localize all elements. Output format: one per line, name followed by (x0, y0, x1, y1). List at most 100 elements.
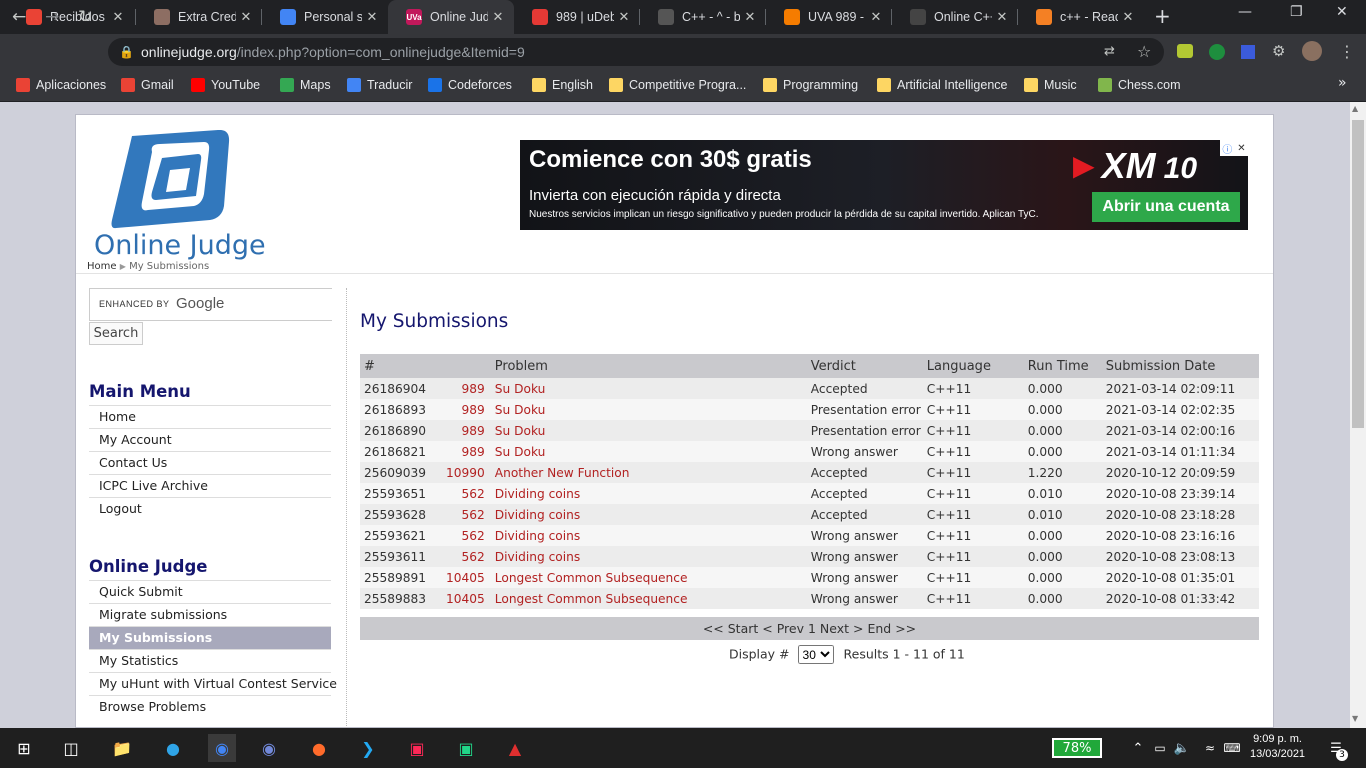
menu-item-my-uhunt-with-virtual-contest-service[interactable]: My uHunt with Virtual Contest Service (89, 672, 337, 695)
search-button[interactable]: Search (89, 322, 143, 345)
close-tab-icon[interactable]: ✕ (488, 9, 508, 25)
cell-problem-number[interactable]: 989 (446, 441, 491, 462)
discord-icon[interactable]: ◉ (255, 734, 283, 762)
cell-problem-name[interactable]: Another New Function (490, 462, 807, 483)
bookmark-item[interactable]: Programming (763, 77, 858, 93)
close-window-icon[interactable]: ✕ (1336, 4, 1348, 20)
pycharm-icon[interactable]: ▣ (452, 734, 480, 762)
cell-problem-name[interactable]: Dividing coins (490, 483, 807, 504)
pdf-reader-icon[interactable]: ▲ (501, 734, 529, 762)
cell-problem-number[interactable]: 562 (446, 504, 491, 525)
more-bookmarks-icon[interactable]: » (1338, 75, 1347, 91)
pager-next[interactable]: Next > (820, 621, 864, 636)
tab-9[interactable]: c++ - Read ✕ (1018, 0, 1144, 34)
menu-item-migrate-submissions[interactable]: Migrate submissions (89, 603, 331, 626)
bookmark-item[interactable]: Maps (280, 77, 331, 93)
scroll-down-icon[interactable]: ▼ (1352, 714, 1358, 723)
menu-item-my-account[interactable]: My Account (89, 428, 331, 451)
bookmark-item[interactable]: English (532, 77, 593, 93)
pager-start[interactable]: << Start (703, 621, 758, 636)
volume-icon[interactable]: 🔈 (1168, 734, 1196, 762)
menu-item-quick-submit[interactable]: Quick Submit (89, 580, 331, 603)
profile-avatar[interactable] (1302, 41, 1322, 61)
intellij-icon[interactable]: ▣ (403, 734, 431, 762)
menu-item-icpc-live-archive[interactable]: ICPC Live Archive (89, 474, 331, 497)
search-input[interactable]: ENHANCED BY Google (89, 288, 332, 321)
menu-item-browse-problems[interactable]: Browse Problems (89, 695, 331, 718)
new-tab-button[interactable]: + (1154, 4, 1171, 28)
url-text[interactable]: onlinejudge.org/index.php?option=com_onl… (141, 44, 525, 60)
close-tab-icon[interactable]: ✕ (866, 9, 886, 25)
pager-prev[interactable]: < Prev (762, 621, 804, 636)
tab-3[interactable]: Personal sub✕ (262, 0, 388, 34)
cell-problem-name[interactable]: Dividing coins (490, 525, 807, 546)
scroll-up-icon[interactable]: ▲ (1352, 104, 1358, 113)
cell-problem-name[interactable]: Longest Common Subsequence (490, 567, 807, 588)
lock-icon[interactable]: 🔒 (119, 45, 134, 59)
bookmark-item[interactable]: Gmail (121, 77, 174, 93)
bookmark-item[interactable]: Competitive Progra... (609, 77, 746, 93)
bookmark-item[interactable]: YouTube (191, 77, 260, 93)
tab-4[interactable]: UVa Online Judg✕ (388, 0, 514, 34)
close-tab-icon[interactable]: ✕ (614, 9, 634, 25)
cell-problem-number[interactable]: 10405 (446, 588, 491, 609)
close-tab-icon[interactable]: ✕ (236, 9, 256, 25)
cell-problem-number[interactable]: 562 (446, 525, 491, 546)
cell-problem-number[interactable]: 989 (446, 399, 491, 420)
breadcrumb-home[interactable]: Home (87, 261, 117, 272)
bookmark-item[interactable]: Chess.com (1098, 77, 1181, 93)
close-tab-icon[interactable]: ✕ (362, 9, 382, 25)
cell-problem-name[interactable]: Su Doku (490, 378, 807, 399)
close-tab-icon[interactable]: ✕ (992, 9, 1012, 25)
bookmark-item[interactable]: Music (1024, 77, 1077, 93)
tab-2[interactable]: Extra Credit✕ (136, 0, 262, 34)
tab-6[interactable]: C++ - ^ - b ✕ (640, 0, 766, 34)
cell-problem-number[interactable]: 989 (446, 420, 491, 441)
cell-problem-number[interactable]: 989 (446, 378, 491, 399)
display-select[interactable]: 30 (797, 645, 834, 664)
translate-icon[interactable]: ⇄ (1104, 44, 1115, 59)
bookmark-item[interactable]: Aplicaciones (16, 77, 106, 93)
star-icon[interactable]: ☆ (1137, 42, 1151, 61)
scrollbar-thumb[interactable] (1352, 120, 1364, 428)
vscode-icon[interactable]: ❯ (354, 734, 382, 762)
menu-item-home[interactable]: Home (89, 405, 331, 428)
swift-icon[interactable]: ● (305, 734, 333, 762)
advertisement-banner[interactable]: Comience con 30$ gratis Invierta con eje… (520, 140, 1248, 230)
windows-start-icon[interactable]: ⊞ (10, 734, 38, 762)
bookmark-item[interactable]: Codeforces (428, 77, 512, 93)
cell-problem-name[interactable]: Su Doku (490, 420, 807, 441)
file-explorer-icon[interactable]: 📁 (108, 734, 136, 762)
extension-icon[interactable] (1177, 44, 1193, 58)
tab-1[interactable]: Recibidos (2✕ (8, 0, 134, 34)
chrome-icon[interactable]: ◉ (208, 734, 236, 762)
restore-icon[interactable]: ❐ (1290, 4, 1303, 20)
task-view-icon[interactable]: ◫ (57, 734, 85, 762)
extension-icon[interactable] (1209, 44, 1225, 60)
cell-problem-name[interactable]: Longest Common Subsequence (490, 588, 807, 609)
reload-icon[interactable]: ↻ (78, 7, 92, 27)
menu-item-contact-us[interactable]: Contact Us (89, 451, 331, 474)
back-icon[interactable]: ← (12, 7, 26, 27)
menu-item-my-submissions[interactable]: My Submissions (89, 626, 331, 649)
tab-8[interactable]: Online C++ ✕ (892, 0, 1018, 34)
cell-problem-name[interactable]: Su Doku (490, 399, 807, 420)
bookmark-item[interactable]: Traducir (347, 77, 412, 93)
puzzle-icon[interactable]: ⚙ (1272, 42, 1285, 60)
cell-problem-number[interactable]: 562 (446, 483, 491, 504)
language-icon[interactable]: ⌨ (1218, 734, 1246, 762)
online-judge-logo[interactable] (110, 130, 232, 232)
cell-problem-number[interactable]: 10405 (446, 567, 491, 588)
pager-end[interactable]: End >> (867, 621, 916, 636)
cell-problem-name[interactable]: Dividing coins (490, 504, 807, 525)
cell-problem-number[interactable]: 562 (446, 546, 491, 567)
ad-cta-button[interactable]: Abrir una cuenta (1092, 192, 1240, 222)
clock[interactable]: 9:09 p. m. 13/03/2021 (1250, 732, 1305, 762)
bookmark-item[interactable]: Artificial Intelligence (877, 77, 1007, 93)
cell-problem-number[interactable]: 10990 (446, 462, 491, 483)
menu-item-my-statistics[interactable]: My Statistics (89, 649, 331, 672)
extension-icon[interactable] (1241, 45, 1255, 59)
tab-5[interactable]: 989 | uDebu✕ (514, 0, 640, 34)
cell-problem-name[interactable]: Dividing coins (490, 546, 807, 567)
close-tab-icon[interactable]: ✕ (1118, 9, 1138, 25)
